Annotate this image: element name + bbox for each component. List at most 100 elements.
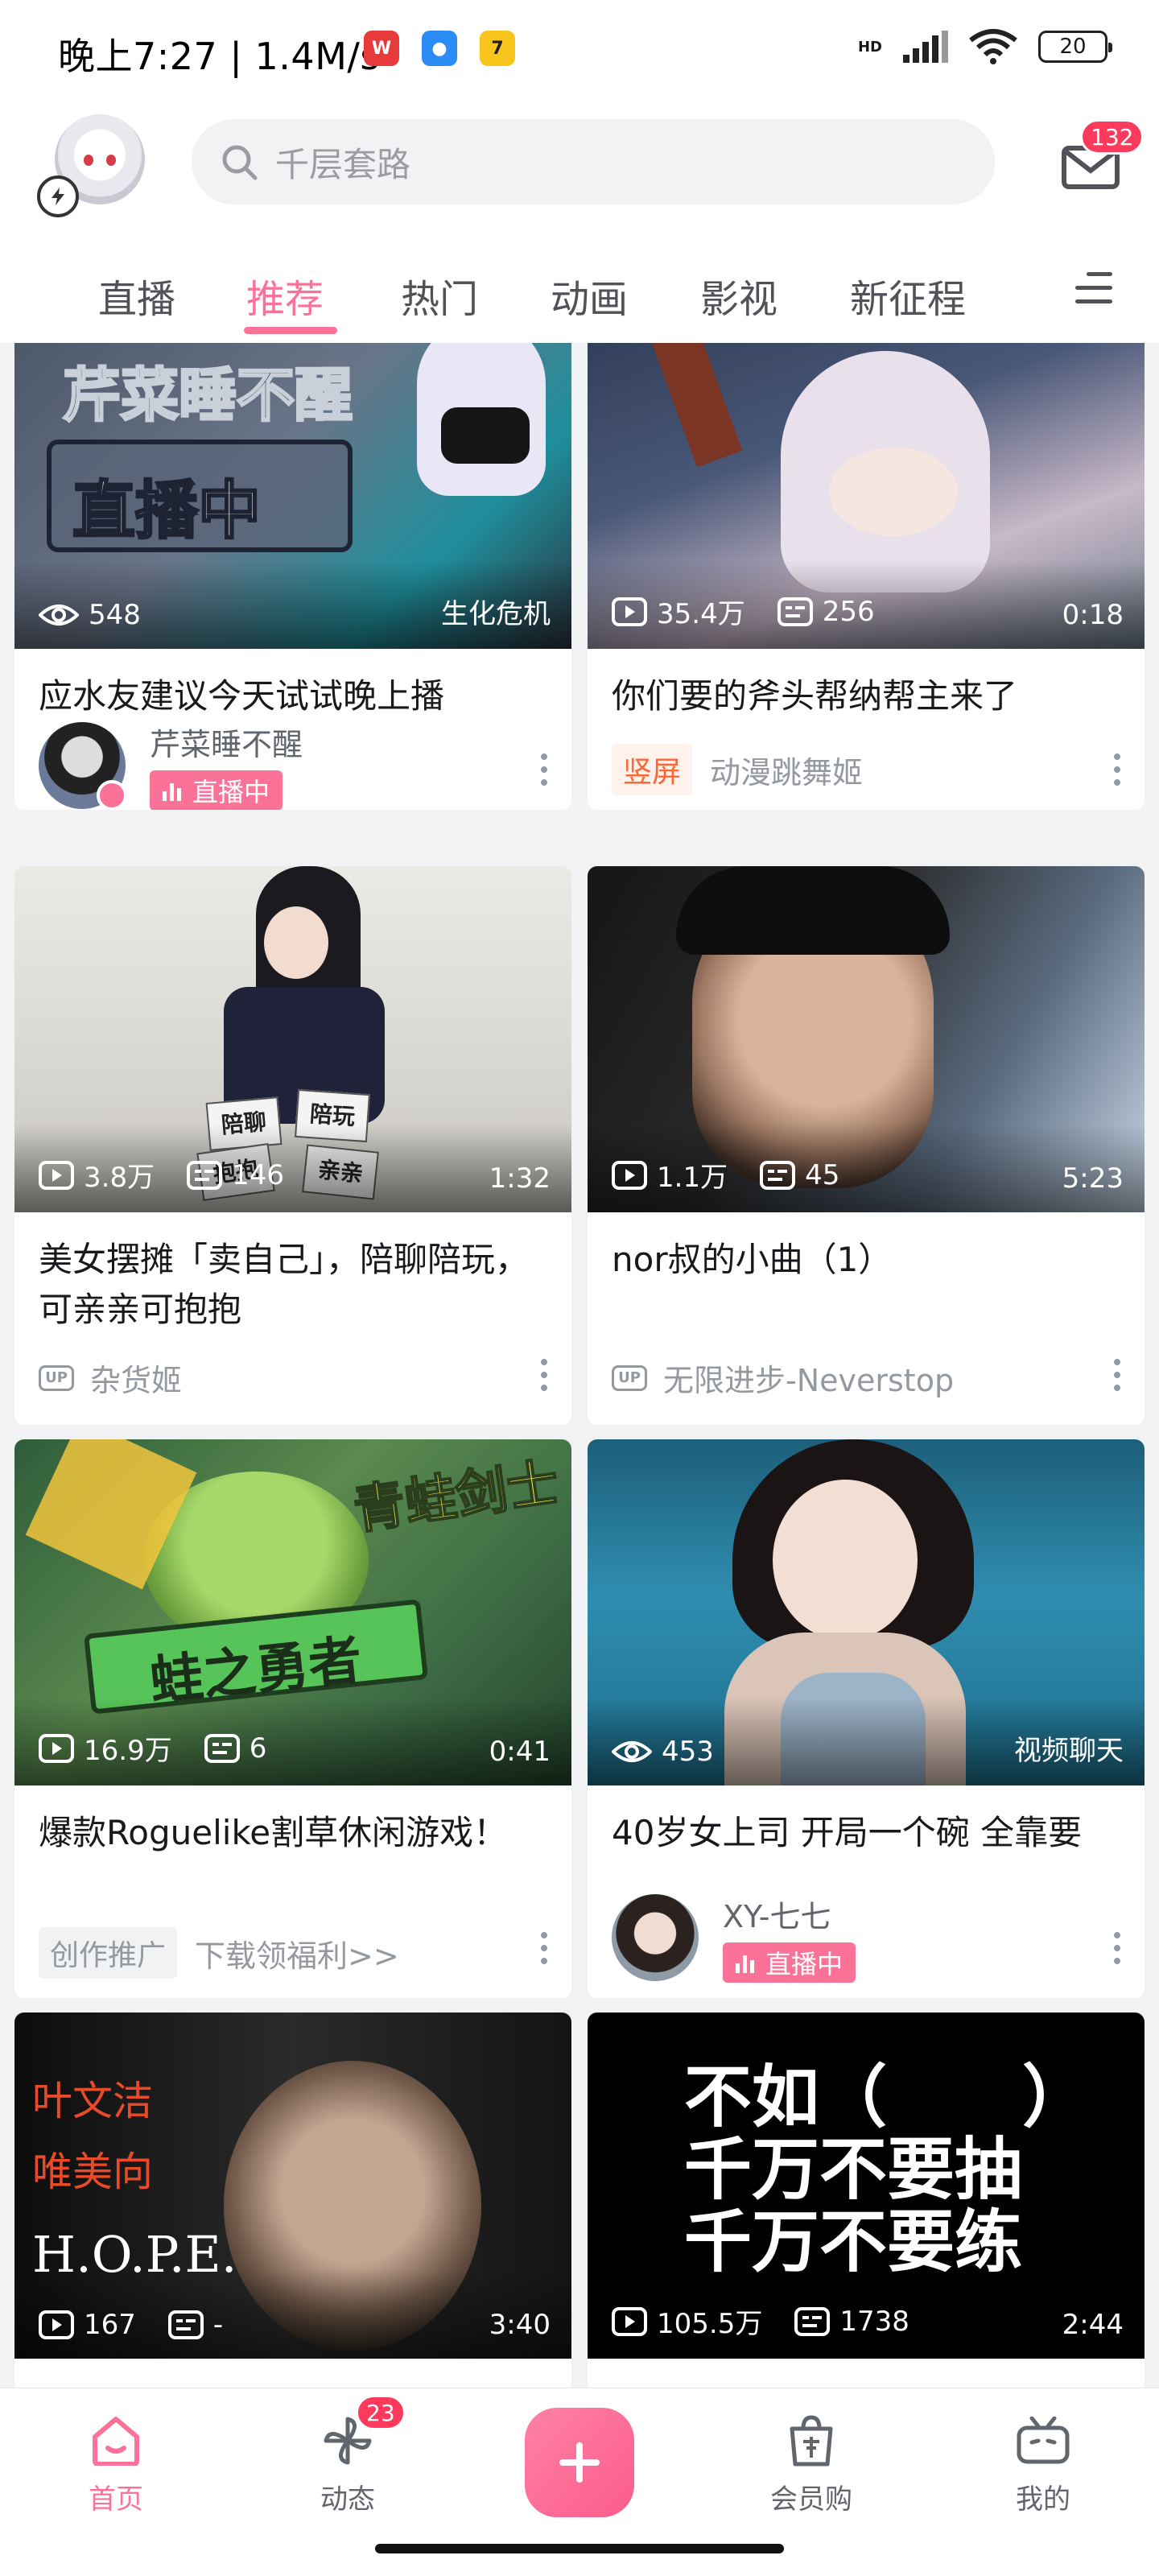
mail-badge: 132 xyxy=(1080,119,1145,155)
thumbnail-text-3: 千万不要练 xyxy=(684,2202,1023,2281)
tab-hot[interactable]: 热门 xyxy=(401,267,478,324)
video-card[interactable]: 35.4万 256 0:18 你们要的斧头帮纳帮主来了 竖屏 动漫跳舞姬 xyxy=(588,343,1145,810)
author-row: UP 杂货姬 xyxy=(39,1356,182,1400)
author-name[interactable]: XY-七七 xyxy=(723,1892,856,1936)
play-icon xyxy=(612,1160,647,1190)
thumbnail-title-text: 青蛙剑士 xyxy=(349,1452,563,1542)
live-badge: 直播中 xyxy=(150,770,283,810)
tab-new-journey[interactable]: 新征程 xyxy=(850,267,966,324)
author-avatar[interactable] xyxy=(612,1893,699,1981)
more-options-icon[interactable] xyxy=(541,1932,547,1964)
weibo-icon: W xyxy=(364,31,399,66)
video-stats: 453 xyxy=(612,1736,746,1768)
top-header: 千层套路 132 xyxy=(0,103,1159,230)
user-avatar[interactable] xyxy=(37,114,148,217)
status-bar: 晚上7:27 | 1.4M/s W ● 7 HD 20 xyxy=(0,0,1159,103)
video-stats: 3.8万 146 xyxy=(39,1155,316,1195)
more-options-icon[interactable] xyxy=(1114,1932,1120,1964)
video-card[interactable]: 叶文洁 唯美向 H.O.P.E. 167 - 3:40 xyxy=(14,2013,571,2388)
avatar-eye xyxy=(106,155,116,166)
play-count: 105.5万 xyxy=(612,2301,762,2341)
author-name[interactable]: 杂货姬 xyxy=(90,1356,182,1400)
chat-app-icon: ● xyxy=(422,31,457,66)
nav-home-label: 首页 xyxy=(89,2483,143,2516)
play-count-value: 167 xyxy=(84,2309,136,2341)
video-card[interactable]: 453 视频聊天 40岁女上司 开局一个碗 全靠要 XY-七七 直播中 xyxy=(588,1439,1145,1998)
video-duration: 1:32 xyxy=(489,1162,551,1195)
video-stats: 167 - xyxy=(39,2309,255,2341)
author-name[interactable]: 芹菜睡不醒 xyxy=(150,720,303,764)
thumbnail-text-2: 千万不要抽 xyxy=(684,2130,1023,2209)
play-icon xyxy=(39,2310,74,2339)
shopping-bag-icon xyxy=(747,2413,876,2469)
video-card[interactable]: 不如（ ） 千万不要抽 千万不要练 105.5万 1738 2:44 xyxy=(588,2013,1145,2388)
live-label: 直播中 xyxy=(765,1949,843,1979)
video-duration: 2:44 xyxy=(1062,2309,1124,2341)
play-icon xyxy=(39,1160,74,1190)
view-count-value: 548 xyxy=(89,599,141,631)
search-bar[interactable]: 千层套路 xyxy=(192,119,995,204)
thumbnail-face xyxy=(829,448,958,536)
tab-movies[interactable]: 影视 xyxy=(700,267,777,324)
video-title: nor叔的小曲（1） xyxy=(612,1240,893,1279)
video-card[interactable]: 青蛙剑士 蛙之勇者 16.9万 6 0:41 爆款Roguelike割草休闲游戏… xyxy=(14,1439,571,1998)
danmaku-icon xyxy=(760,1160,796,1190)
nav-mine[interactable]: 我的 xyxy=(979,2413,1107,2516)
danmaku-count-value: 256 xyxy=(822,595,875,628)
tab-recommend[interactable]: 推荐 xyxy=(246,267,324,324)
more-options-icon[interactable] xyxy=(1114,753,1120,786)
video-card[interactable]: 1.1万 45 5:23 nor叔的小曲（1） UP 无限进步-Neversto… xyxy=(588,866,1145,1425)
danmaku-count: 146 xyxy=(187,1159,284,1191)
thumbnail-face xyxy=(264,906,328,979)
danmaku-icon xyxy=(204,1733,240,1763)
video-card[interactable]: 芹菜睡不醒 直播中 548 生化危机 应水友建议今天试试晚上播 芹菜睡不醒 直播… xyxy=(14,343,571,810)
thumbnail-live-text: 直播中 xyxy=(71,474,262,549)
tab-anime[interactable]: 动画 xyxy=(551,267,628,324)
home-icon xyxy=(52,2413,180,2469)
thumbnail-title-text: 芹菜睡不醒 xyxy=(61,361,353,431)
search-icon xyxy=(222,145,258,180)
promo-row: 创作推广 下载领福利>> xyxy=(39,1927,399,1979)
play-count: 1.1万 xyxy=(612,1155,728,1195)
thumbnail-axe xyxy=(641,343,743,468)
upload-button[interactable] xyxy=(525,2408,634,2517)
video-title: 美女摆摊「卖自己」，陪聊陪玩，可亲亲可抱抱 xyxy=(39,1240,530,1329)
pinwheel-icon: 23 xyxy=(283,2395,412,2469)
promo-tag: 创作推广 xyxy=(39,1927,178,1979)
tab-live[interactable]: 直播 xyxy=(98,267,175,324)
video-thumbnail: 453 视频聊天 xyxy=(588,1439,1145,1785)
video-stats: 1.1万 45 xyxy=(612,1155,872,1195)
promo-link[interactable]: 下载领福利>> xyxy=(195,1931,399,1975)
nav-dynamic[interactable]: 23 动态 xyxy=(283,2395,412,2516)
more-options-icon[interactable] xyxy=(541,753,547,786)
avatar-eye xyxy=(84,155,93,166)
danmaku-icon xyxy=(794,2306,831,2336)
danmaku-count: 45 xyxy=(760,1159,839,1191)
tab-menu-icon[interactable] xyxy=(1075,272,1112,304)
dynamic-badge: 23 xyxy=(356,2395,406,2430)
danmaku-count: - xyxy=(167,2309,223,2341)
battery-icon: 20 xyxy=(1038,31,1112,63)
danmaku-count: 1738 xyxy=(794,2306,909,2338)
author-name[interactable]: 动漫跳舞姬 xyxy=(710,748,863,792)
video-duration: 3:40 xyxy=(489,2309,551,2341)
video-thumbnail: 陪聊 陪玩 抱抱 亲亲 3.8万 146 1:32 xyxy=(14,866,571,1212)
nav-shop[interactable]: 会员购 xyxy=(747,2413,876,2516)
video-thumbnail: 35.4万 256 0:18 xyxy=(588,343,1145,649)
play-count: 3.8万 xyxy=(39,1155,155,1195)
video-stats: 35.4万 256 xyxy=(612,592,907,631)
more-options-icon[interactable] xyxy=(1114,1359,1120,1391)
notification-icons: W ● 7 xyxy=(364,31,515,66)
live-bars-icon xyxy=(736,1952,757,1973)
play-icon xyxy=(612,597,647,626)
video-stats: 548 xyxy=(39,599,173,631)
author-name[interactable]: 无限进步-Neverstop xyxy=(663,1356,954,1400)
more-options-icon[interactable] xyxy=(541,1359,547,1391)
mail-button[interactable]: 132 xyxy=(1061,119,1145,192)
nav-home[interactable]: 首页 xyxy=(52,2413,180,2516)
thumbnail-text-1: 不如（ ） xyxy=(684,2058,1091,2136)
gesture-bar[interactable] xyxy=(375,2544,784,2553)
video-card[interactable]: 陪聊 陪玩 抱抱 亲亲 3.8万 146 1:32 美女摆摊「卖自己」，陪聊陪玩… xyxy=(14,866,571,1425)
author-avatar[interactable] xyxy=(39,721,127,810)
danmaku-icon xyxy=(167,2310,204,2339)
